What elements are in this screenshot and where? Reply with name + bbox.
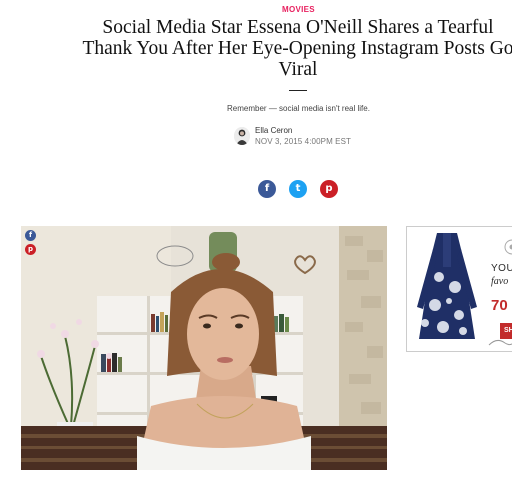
video-still bbox=[21, 226, 387, 470]
author-name[interactable]: Ella Ceron bbox=[255, 126, 292, 135]
ad-line-2: favo bbox=[491, 276, 509, 287]
ad-line-1: YOU bbox=[491, 263, 512, 274]
video-facebook-button[interactable]: f bbox=[25, 230, 36, 241]
ad-flower-icon bbox=[504, 239, 512, 255]
pinterest-icon: p bbox=[27, 245, 33, 253]
sidebar-ad[interactable]: YOU favo 70 SH bbox=[406, 226, 512, 352]
video-pinterest-button[interactable]: p bbox=[25, 244, 36, 255]
video-share-bar: f p bbox=[25, 230, 36, 258]
facebook-icon: f bbox=[264, 183, 270, 194]
twitter-share-button[interactable]: t bbox=[289, 180, 307, 198]
publish-date: NOV 3, 2015 4:00PM EST bbox=[255, 137, 352, 146]
category-link[interactable]: MOVIES bbox=[0, 5, 512, 14]
ad-discount: 70 bbox=[491, 297, 508, 314]
article-headline: Social Media Star Essena O'Neill Shares … bbox=[82, 17, 512, 80]
pinterest-icon: p bbox=[325, 183, 333, 194]
facebook-share-button[interactable]: f bbox=[258, 180, 276, 198]
pinterest-share-button[interactable]: p bbox=[320, 180, 338, 198]
video-player[interactable] bbox=[21, 226, 387, 470]
facebook-icon: f bbox=[28, 231, 33, 239]
ad-flourish-icon bbox=[488, 339, 512, 346]
title-divider bbox=[289, 90, 307, 91]
author-avatar[interactable] bbox=[234, 127, 250, 145]
ad-dress-image bbox=[407, 227, 487, 351]
article-dek: Remember — social media isn't real life. bbox=[227, 104, 370, 113]
twitter-icon: t bbox=[295, 183, 301, 194]
